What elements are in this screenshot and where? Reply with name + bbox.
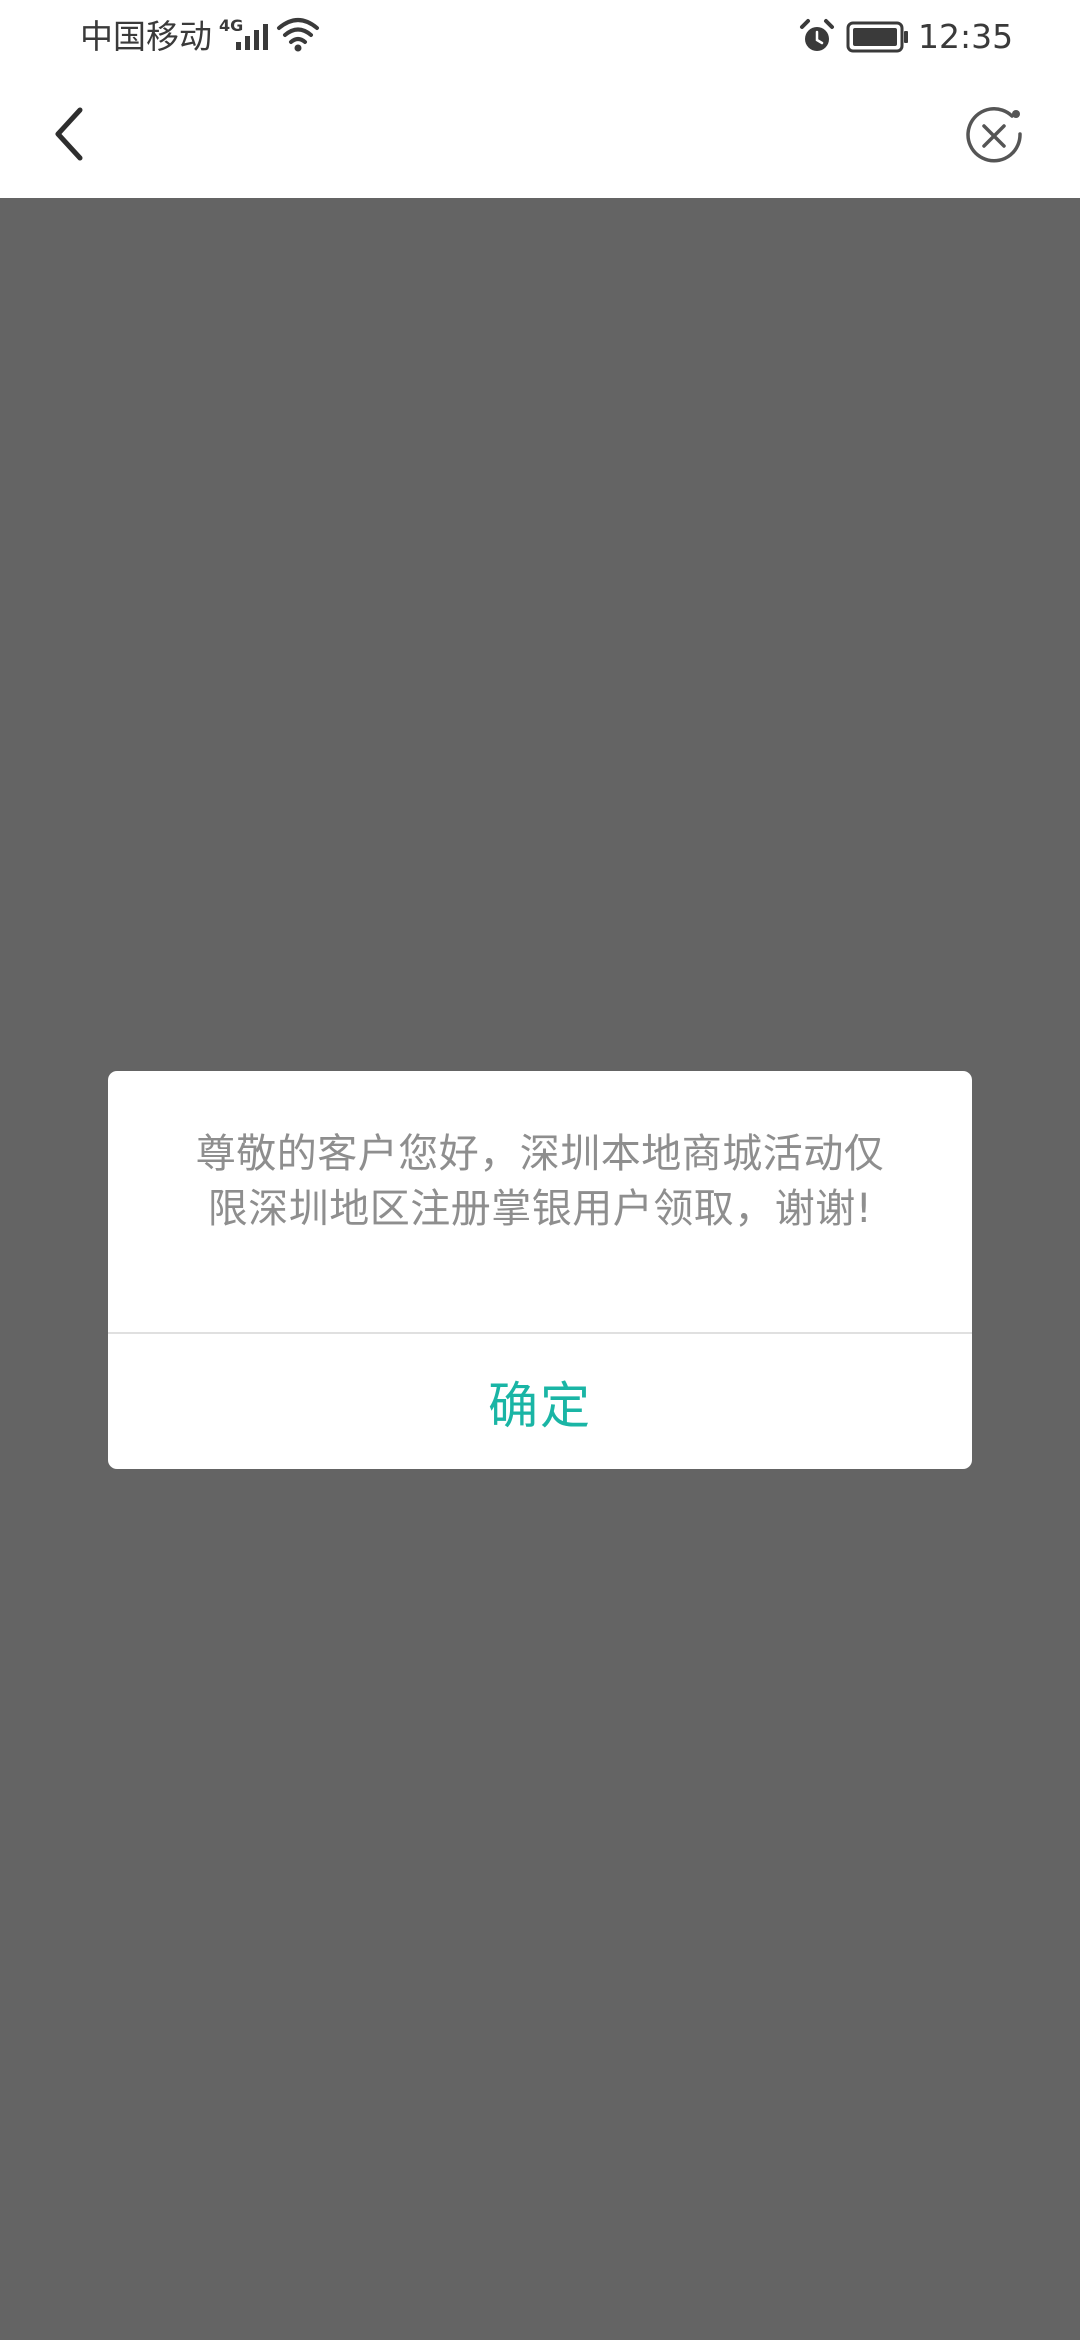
status-bar: 中国移动 4G 12:35 <box>0 0 1080 76</box>
alarm-icon <box>798 18 836 56</box>
carrier-name: 中国移动 <box>80 17 212 56</box>
confirm-button[interactable]: 确定 <box>108 1334 972 1469</box>
nav-bar <box>0 76 1080 198</box>
chevron-left-icon <box>46 104 90 168</box>
wifi-icon <box>276 16 320 54</box>
alert-dialog: 尊敬的客户您好，深圳本地商城活动仅限深圳地区注册掌银用户领取，谢谢! 确定 <box>108 1071 972 1469</box>
status-clock: 12:35 <box>918 17 1014 56</box>
battery-icon <box>846 20 910 54</box>
dialog-message: 尊敬的客户您好，深圳本地商城活动仅限深圳地区注册掌银用户领取，谢谢! <box>195 1131 885 1232</box>
close-button[interactable] <box>952 96 1036 180</box>
signal-icon <box>234 22 272 52</box>
back-button[interactable] <box>28 96 108 176</box>
close-circle-icon <box>964 106 1024 170</box>
